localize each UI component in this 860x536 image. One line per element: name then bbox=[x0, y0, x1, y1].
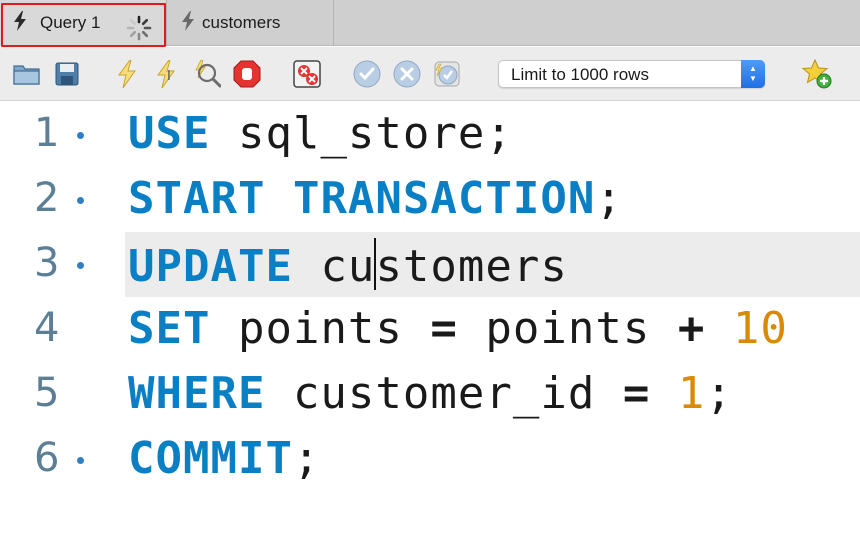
toggle-error-icon[interactable] bbox=[292, 59, 322, 89]
open-folder-icon[interactable] bbox=[12, 59, 42, 89]
query-tab-bar: Query 1 customers bbox=[0, 0, 860, 47]
statement-marker-icon bbox=[77, 262, 84, 269]
limit-rows-value: Limit to 1000 rows bbox=[511, 65, 649, 84]
loading-spinner-icon bbox=[126, 15, 152, 41]
code-text: WHERE customer_id = 1; bbox=[128, 368, 733, 419]
code-line-4: 4 SET points = points + 10 bbox=[0, 297, 860, 362]
code-token: points bbox=[457, 303, 678, 354]
code-text: UPDATE customers bbox=[128, 238, 568, 292]
code-token: sql_store; bbox=[210, 108, 513, 159]
execute-icon[interactable] bbox=[112, 59, 142, 89]
code-text: SET points = points + 10 bbox=[128, 303, 788, 354]
lightning-bolt-icon bbox=[12, 10, 28, 36]
line-number: 3 bbox=[34, 240, 60, 286]
sql-keyword: USE bbox=[128, 108, 211, 159]
code-token: ; bbox=[595, 173, 623, 224]
sql-keyword: WHERE bbox=[128, 368, 266, 419]
commit-icon[interactable] bbox=[352, 59, 382, 89]
sql-keyword: TRANSACTION bbox=[292, 173, 596, 224]
svg-text:I: I bbox=[167, 69, 171, 84]
line-number: 4 bbox=[34, 305, 60, 351]
line-number: 6 bbox=[34, 435, 60, 481]
tab-query-1[interactable]: Query 1 bbox=[0, 0, 167, 46]
numeric-literal: 10 bbox=[732, 303, 788, 354]
operator: = bbox=[622, 368, 651, 419]
limit-rows-select[interactable]: Limit to 1000 rows ▲ ▼ bbox=[498, 60, 765, 88]
statement-marker-icon bbox=[77, 197, 84, 204]
line-number: 1 bbox=[34, 110, 60, 156]
code-token: cu bbox=[292, 241, 376, 292]
code-token: ; bbox=[292, 433, 321, 484]
execute-current-icon[interactable]: I bbox=[152, 59, 182, 89]
sql-editor-toolbar: I Limit to 1000 rows ▲ ▼ bbox=[0, 47, 860, 101]
line-number: 5 bbox=[34, 370, 60, 416]
save-icon[interactable] bbox=[52, 59, 82, 89]
code-line-6: 6 COMMIT; bbox=[0, 427, 860, 492]
sql-keyword: COMMIT bbox=[128, 433, 293, 484]
code-token: ; bbox=[705, 368, 733, 419]
code-line-1: 1 USE sql_store; bbox=[0, 102, 860, 167]
explain-icon[interactable] bbox=[192, 59, 222, 89]
sql-keyword: START bbox=[128, 173, 266, 224]
operator: + bbox=[677, 303, 706, 354]
code-text: USE sql_store; bbox=[128, 108, 513, 159]
code-token: stomers bbox=[375, 241, 568, 292]
tab-label: Query 1 bbox=[40, 13, 101, 32]
code-text: START TRANSACTION; bbox=[128, 173, 623, 224]
sql-keyword: UPDATE bbox=[128, 241, 293, 292]
statement-marker-icon bbox=[77, 132, 84, 139]
chevron-up-down-icon: ▲ ▼ bbox=[741, 60, 765, 88]
code-line-2: 2 START TRANSACTION; bbox=[0, 167, 860, 232]
lightning-bolt-icon bbox=[180, 10, 196, 36]
autocommit-icon[interactable] bbox=[432, 59, 462, 89]
rollback-icon[interactable] bbox=[392, 59, 422, 89]
numeric-literal: 1 bbox=[677, 368, 706, 419]
operator: = bbox=[430, 303, 458, 354]
code-line-3: 3 UPDATE customers bbox=[0, 232, 860, 297]
sql-code-editor[interactable]: 1 USE sql_store; 2 START TRANSACTION; 3 … bbox=[0, 102, 860, 536]
code-token: customer_id bbox=[265, 368, 623, 419]
add-snippet-icon[interactable] bbox=[802, 59, 832, 89]
code-token: points bbox=[210, 303, 431, 354]
tab-customers[interactable]: customers bbox=[168, 0, 334, 46]
statement-marker-icon bbox=[77, 457, 84, 464]
line-number: 2 bbox=[34, 175, 60, 221]
code-text: COMMIT; bbox=[128, 433, 320, 484]
sql-keyword: SET bbox=[128, 303, 211, 354]
code-line-5: 5 WHERE customer_id = 1; bbox=[0, 362, 860, 427]
stop-icon[interactable] bbox=[232, 59, 262, 89]
tab-label: customers bbox=[202, 13, 281, 32]
